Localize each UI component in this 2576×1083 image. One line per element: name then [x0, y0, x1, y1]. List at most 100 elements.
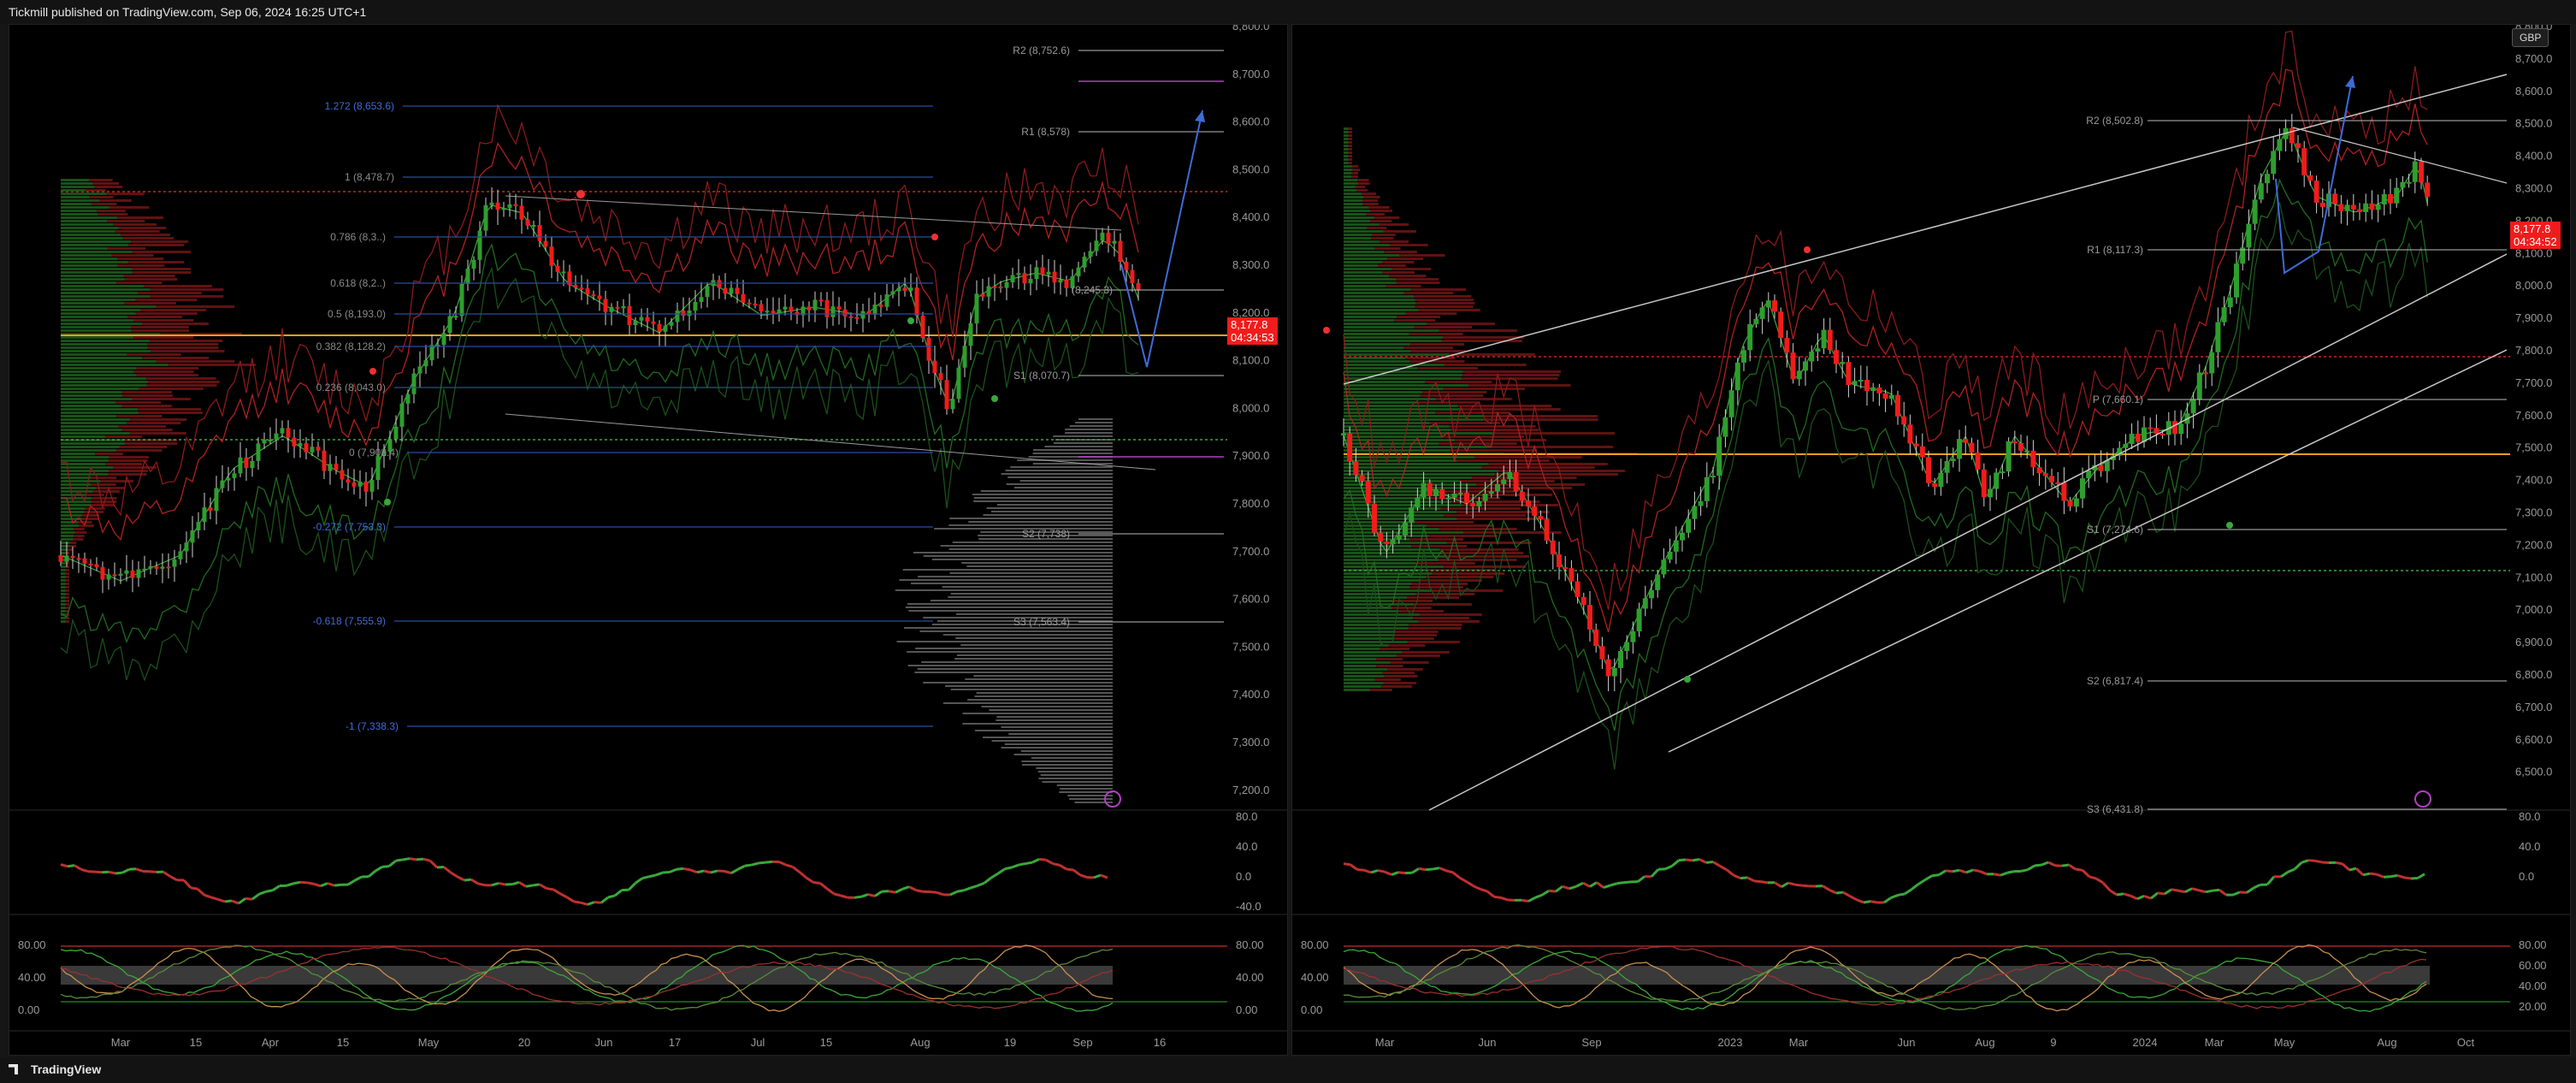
- rsi-line: [2164, 888, 2172, 896]
- rsi-line: [1500, 896, 1509, 902]
- volume-profile-bar: [1462, 374, 1560, 376]
- volume-profile-bar: [1396, 654, 1440, 657]
- candle-body: [226, 477, 231, 481]
- currency-badge[interactable]: GBP: [2512, 28, 2549, 47]
- volume-profile-bar: [972, 494, 1113, 495]
- volume-profile-bar: [139, 411, 203, 414]
- volume-profile-bar: [1409, 586, 1464, 589]
- fib-level-label: -1 (7,338.3): [346, 720, 399, 732]
- time-axis-label: 15: [337, 1036, 349, 1049]
- candle-body: [64, 555, 69, 562]
- volume-profile-bar: [1382, 672, 1415, 674]
- price-axis-label: 8,100.0: [1232, 354, 1269, 367]
- rsi-line: [929, 890, 937, 894]
- price-axis-label: 6,900.0: [2515, 636, 2552, 648]
- rsi-line: [299, 880, 308, 885]
- candle-body: [896, 287, 901, 292]
- left-chart-pane[interactable]: 8,800.0 8,700.0 8,600.0 8,500.0 8,400.0 8,300…: [9, 24, 1288, 1056]
- volume-profile-bar: [1355, 186, 1366, 188]
- volume-profile-bar: [1078, 418, 1113, 420]
- rsi-line: [1384, 870, 1392, 876]
- candle-body: [537, 225, 542, 241]
- volume-profile-bar: [950, 689, 1113, 690]
- right-chart-canvas[interactable]: 8,800.08,700.08,600.08,500.08,400.08,300…: [1292, 25, 2570, 1055]
- candle-body: [298, 443, 303, 447]
- stoch-right-axis-label: 0.00: [1236, 1003, 1257, 1016]
- rsi-line: [1562, 885, 1570, 891]
- pivot-level-label: R1 (8,578): [1021, 126, 1070, 138]
- volume-profile-bar: [1395, 630, 1439, 633]
- volume-profile-bar: [1005, 470, 1113, 471]
- candle-body: [591, 294, 596, 297]
- candle-body: [585, 288, 590, 295]
- candle-body: [1034, 267, 1039, 280]
- candle-body: [639, 317, 644, 321]
- rsi-line: [1445, 869, 1454, 874]
- volume-profile-bar: [132, 251, 192, 253]
- rsi-line: [286, 882, 294, 887]
- candle-body: [1482, 493, 1488, 501]
- volume-profile-bar: [1004, 743, 1113, 745]
- volume-profile-bar: [1368, 206, 1390, 209]
- candle-body: [1476, 500, 1482, 507]
- candle-body: [729, 287, 734, 294]
- volume-profile-bar: [65, 572, 69, 575]
- rsi-line: [1575, 881, 1584, 888]
- rsi-line: [80, 867, 89, 873]
- volume-profile-bar: [61, 446, 120, 448]
- rsi-line: [1650, 868, 1660, 878]
- volume-profile-bar: [1357, 182, 1370, 185]
- left-chart-canvas[interactable]: 8,800.0 8,700.0 8,600.0 8,500.0 8,400.0 8,300…: [9, 25, 1287, 1055]
- tradingview-logo[interactable]: TradingView: [9, 1062, 101, 1076]
- price-axis-label: 7,700.0: [1232, 545, 1269, 558]
- rsi-line: [182, 879, 192, 889]
- volume-profile-bar: [61, 367, 137, 370]
- volume-profile-bar: [61, 230, 115, 233]
- volume-profile-bar: [61, 384, 147, 387]
- rsi-line: [272, 885, 281, 891]
- volume-profile-bar: [91, 476, 117, 479]
- rsi-line: [2068, 863, 2077, 871]
- volume-profile-bar: [1415, 593, 1475, 595]
- time-axis-label: Mar: [2205, 1036, 2224, 1049]
- volume-profile-bar: [61, 309, 141, 311]
- fib-level-label: 0 (7,908.4): [349, 447, 399, 459]
- volume-profile-bar: [61, 237, 123, 240]
- volume-profile-bar: [973, 675, 1113, 677]
- volume-profile-bar: [61, 415, 117, 417]
- time-axis-label: 15: [820, 1036, 832, 1049]
- rsi-line: [2390, 873, 2398, 879]
- volume-profile-bar: [1344, 593, 1416, 595]
- rsi-line: [552, 888, 561, 895]
- candle-body: [2190, 399, 2196, 414]
- volume-profile-bar: [121, 391, 173, 394]
- rsi-line: [2095, 877, 2104, 885]
- candle-body: [687, 311, 692, 317]
- candle-body: [1403, 522, 1408, 536]
- volume-profile-bar: [945, 685, 1113, 687]
- right-chart-pane[interactable]: 8,800.08,700.08,600.08,500.08,400.08,300…: [1291, 24, 2571, 1056]
- rsi-line: [2396, 873, 2405, 879]
- candle-body: [172, 559, 177, 567]
- candle-body: [974, 293, 979, 324]
- volume-profile-bar: [147, 346, 219, 349]
- volume-profile-bar: [116, 281, 162, 284]
- candle-body: [1698, 500, 1704, 506]
- bollinger-upper: [1343, 68, 2428, 633]
- volume-profile-bar: [1344, 364, 1445, 366]
- volume-profile-bar: [61, 466, 114, 469]
- volume-profile-bar: [61, 264, 118, 267]
- volume-profile-bar: [61, 531, 75, 534]
- projection-arrow: [2275, 75, 2354, 275]
- rsi-line: [498, 881, 506, 886]
- volume-profile-bar: [1348, 141, 1352, 144]
- rsi-line: [648, 873, 657, 879]
- rsi-line: [245, 897, 253, 901]
- volume-profile-bar: [948, 548, 1113, 550]
- time-axis-label: 15: [190, 1036, 202, 1049]
- volume-profile-bar: [1344, 634, 1395, 636]
- volume-profile-bar: [1348, 148, 1352, 151]
- volume-profile-bar: [61, 394, 122, 397]
- rsi-line: [470, 878, 479, 885]
- volume-profile-bar: [974, 695, 1113, 697]
